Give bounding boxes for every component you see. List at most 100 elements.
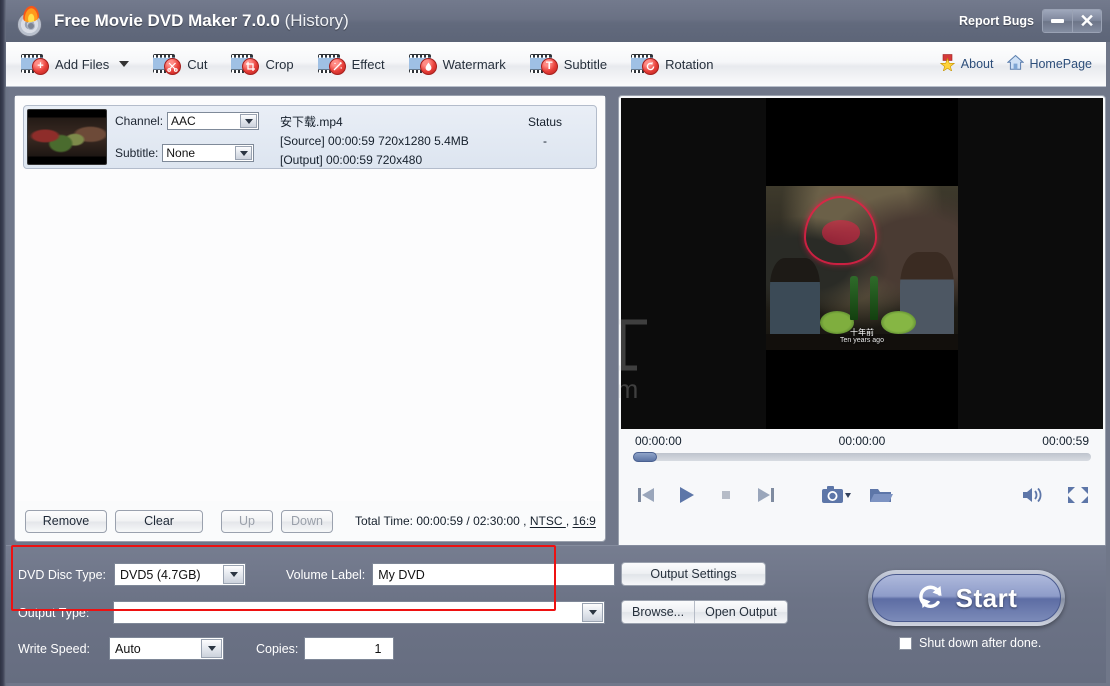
chevron-down-icon[interactable] [582, 603, 604, 622]
chevron-down-icon[interactable] [240, 114, 258, 128]
output-type-select[interactable] [113, 601, 606, 624]
time-current: 00:00:00 [838, 434, 886, 448]
toolbar-label-add-files: Add Files [55, 56, 110, 72]
fullscreen-button[interactable] [1067, 485, 1089, 505]
film-text-icon: T [529, 53, 558, 75]
preview-panel: anxz.com 十年前 Te [618, 95, 1106, 608]
film-plus-icon: + [21, 53, 49, 75]
next-icon [758, 488, 774, 502]
volume-button[interactable] [1021, 485, 1045, 505]
toolbar-label-crop: Crop [265, 56, 294, 72]
about-button[interactable]: About [939, 54, 994, 74]
total-time-value: 00:00:59 / 02:30:00 [416, 514, 520, 528]
home-icon [1007, 54, 1025, 74]
toolbar-item-add-files[interactable]: + Add Files [12, 47, 138, 81]
file-output-info: [Output] 00:00:59 720x480 [280, 153, 423, 167]
seek-handle[interactable] [633, 452, 657, 462]
toolbar-item-watermark[interactable]: Watermark [400, 47, 515, 81]
toolbar-item-cut[interactable]: Cut [144, 47, 216, 81]
toolbar-item-crop[interactable]: Crop [222, 47, 302, 81]
camera-icon [822, 486, 851, 503]
snapshot-button[interactable] [821, 484, 851, 506]
move-down-button[interactable]: Down [281, 509, 333, 533]
player-controls [621, 470, 1103, 520]
status-value: - [543, 134, 547, 148]
start-button[interactable]: Start [868, 570, 1065, 626]
total-time-separator-1: , [519, 514, 530, 528]
subtitle-english: Ten years ago [840, 337, 884, 345]
chevron-down-icon[interactable] [235, 146, 253, 160]
file-source-info: [Source] 00:00:59 720x1280 5.4MB [280, 134, 469, 148]
aspect-ratio-link[interactable]: 16:9 [573, 514, 596, 528]
close-icon: ✕ [1079, 11, 1095, 31]
tv-standard-link[interactable]: NTSC [530, 514, 566, 528]
channel-select[interactable]: AAC [167, 112, 260, 130]
toolbar-item-rotation[interactable]: Rotation [622, 47, 722, 81]
toolbar-item-subtitle[interactable]: T Subtitle [521, 47, 616, 81]
window-title: Free Movie DVD Maker 7.0.0 (History) [54, 11, 349, 31]
write-speed-label: Write Speed: [18, 641, 91, 656]
dvd-disc-type-select[interactable]: DVD5 (4.7GB) [114, 563, 246, 586]
write-speed-select[interactable]: Auto [109, 637, 225, 660]
next-button[interactable] [755, 485, 777, 505]
copies-input[interactable]: 1 [304, 637, 395, 660]
copies-label: Copies: [256, 641, 299, 656]
report-bugs-link[interactable]: Report Bugs [959, 14, 1034, 28]
open-output-button[interactable]: Open Output [694, 601, 787, 623]
folder-icon [870, 489, 893, 502]
window-title-sub: (History) [284, 11, 349, 30]
toolbar-label-subtitle: Subtitle [563, 56, 608, 72]
subtitle-select[interactable]: None [162, 144, 255, 162]
volume-label-input[interactable]: My DVD [372, 563, 616, 586]
video-subtitle-overlay: 十年前 Ten years ago [766, 328, 958, 345]
chevron-down-icon[interactable] [201, 639, 223, 658]
remove-button[interactable]: Remove [25, 509, 107, 533]
play-icon [680, 487, 694, 503]
start-refresh-icon [916, 582, 946, 615]
output-settings-bar: DVD Disc Type: DVD5 (4.7GB) Volume Label… [6, 545, 1106, 683]
chevron-down-icon[interactable] [119, 61, 130, 67]
total-time-label: Total Time: [355, 514, 414, 528]
move-up-button[interactable]: Up [221, 509, 273, 533]
toolbar-label-watermark: Watermark [442, 56, 506, 72]
video-display[interactable]: anxz.com 十年前 Te [619, 98, 1103, 429]
chevron-down-icon[interactable] [223, 565, 244, 584]
shutdown-after-done-row[interactable]: Shut down after done. [899, 636, 1041, 650]
shutdown-checkbox[interactable] [899, 636, 912, 650]
site-watermark: anxz.com [619, 294, 691, 404]
output-type-label: Output Type: [18, 605, 90, 620]
homepage-button[interactable]: HomePage [1007, 54, 1092, 74]
about-label: About [960, 57, 994, 71]
start-button-label: Start [955, 582, 1018, 613]
subtitle-label: Subtitle: [115, 146, 159, 160]
time-start: 00:00:00 [635, 434, 682, 448]
main-toolbar: + Add Files Cut Crop Effect Watermark T … [6, 42, 1106, 87]
film-rotate-icon [631, 53, 660, 75]
previous-button[interactable] [635, 485, 657, 505]
minimize-button[interactable] [1043, 10, 1072, 32]
play-button[interactable] [675, 485, 697, 505]
video-canvas: 十年前 Ten years ago [766, 98, 958, 429]
star-badge-icon [939, 54, 956, 74]
file-list-row[interactable]: Channel: AAC Subtitle: None 安下载.mp4 [Sou… [23, 105, 597, 169]
channel-value: AAC [171, 114, 196, 128]
open-folder-button[interactable] [869, 485, 893, 505]
file-list[interactable]: Channel: AAC Subtitle: None 安下载.mp4 [Sou… [15, 96, 605, 501]
application-window: Free Movie DVD Maker 7.0.0 (History) Rep… [0, 0, 1110, 686]
status-header: Status [527, 115, 563, 129]
minimize-icon [1051, 19, 1064, 23]
output-settings-button[interactable]: Output Settings [621, 562, 766, 586]
browse-button[interactable]: Browse... [622, 601, 694, 623]
close-button[interactable]: ✕ [1072, 10, 1101, 32]
toolbar-item-effect[interactable]: Effect [309, 47, 394, 81]
file-list-panel: Channel: AAC Subtitle: None 安下载.mp4 [Sou… [14, 95, 606, 542]
film-wand-icon [317, 53, 346, 75]
toolbar-label-effect: Effect [351, 56, 385, 72]
channel-label: Channel: [115, 114, 164, 128]
clear-button[interactable]: Clear [115, 509, 203, 533]
seek-bar[interactable] [633, 452, 1091, 462]
stop-button[interactable] [715, 485, 737, 505]
total-time-info: Total Time: 00:00:59 / 02:30:00 , NTSC ,… [355, 514, 596, 528]
film-droplet-icon [408, 53, 437, 75]
time-labels: 00:00:00 00:00:00 00:00:59 [621, 431, 1103, 451]
